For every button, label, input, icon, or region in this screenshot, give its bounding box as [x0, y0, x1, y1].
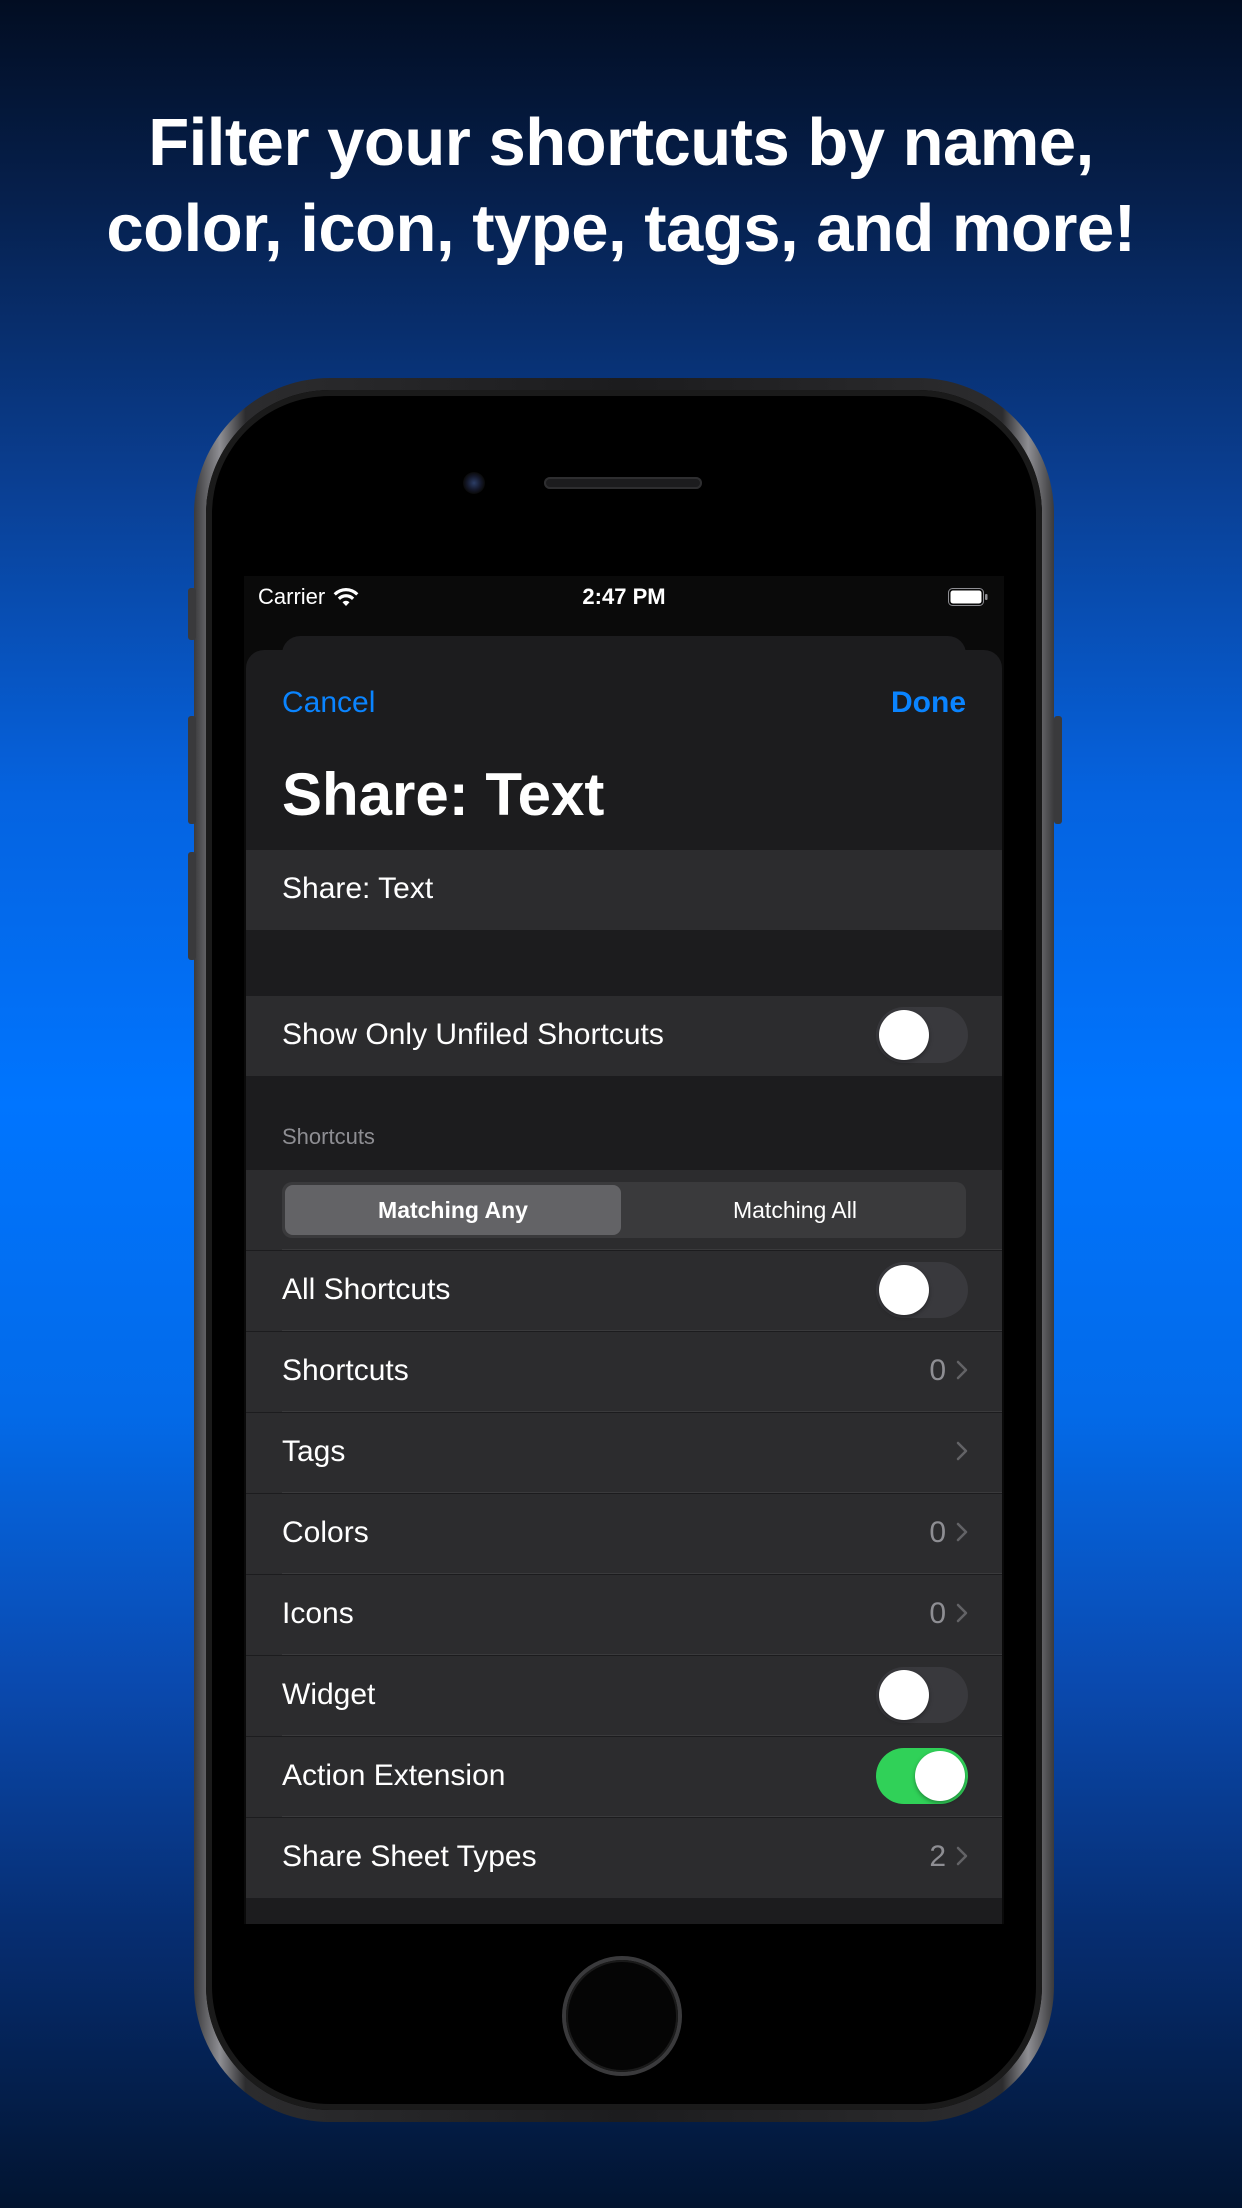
- row-label: Share Sheet Types: [282, 1840, 537, 1873]
- section-header-shortcuts: Shortcuts: [282, 1124, 375, 1149]
- row-label: Widget: [282, 1678, 376, 1711]
- match-mode-segmented-control: Matching Any Matching All: [282, 1182, 966, 1238]
- sheet-title: Share: Text: [282, 761, 605, 828]
- separator: [282, 1573, 1002, 1574]
- segment-matching-any[interactable]: Matching Any: [285, 1185, 621, 1235]
- name-field-value: Share: Text: [282, 872, 434, 905]
- volume-up-button: [188, 716, 196, 824]
- row-count: 0: [929, 1597, 946, 1630]
- unfiled-toggle[interactable]: [876, 1007, 968, 1063]
- unfiled-row: Show Only Unfiled Shortcuts: [246, 996, 1002, 1076]
- headline-line-2: color, icon, type, tags, and more!: [106, 191, 1136, 266]
- front-camera: [463, 472, 485, 494]
- action-extension-toggle[interactable]: [876, 1748, 968, 1804]
- toggle-knob: [879, 1670, 929, 1720]
- row-label: All Shortcuts: [282, 1273, 451, 1306]
- row-all-shortcuts: All Shortcuts: [246, 1251, 1002, 1331]
- battery-icon: [948, 588, 988, 606]
- row-share-sheet-types[interactable]: Share Sheet Types 2: [246, 1818, 1002, 1898]
- phone-screen: Carrier 2:47 PM Cancel Done Share: Text …: [244, 576, 1004, 1924]
- segment-row: Matching Any Matching All: [246, 1170, 1002, 1250]
- filter-sheet: Cancel Done Share: Text Share: Text Show…: [246, 650, 1002, 1924]
- chevron-right-icon: [956, 1441, 968, 1461]
- row-action-extension: Action Extension: [246, 1737, 1002, 1817]
- done-button[interactable]: Done: [891, 686, 966, 720]
- toggle-knob: [915, 1751, 965, 1801]
- row-label: Shortcuts: [282, 1354, 409, 1387]
- chevron-right-icon: [956, 1360, 968, 1380]
- name-field[interactable]: Share: Text: [246, 850, 1002, 930]
- volume-down-button: [188, 852, 196, 960]
- chevron-right-icon: [956, 1846, 968, 1866]
- row-shortcuts[interactable]: Shortcuts 0: [246, 1332, 1002, 1412]
- separator: [282, 1249, 1002, 1250]
- status-time: 2:47 PM: [582, 584, 666, 609]
- power-button: [1054, 716, 1062, 824]
- headline: Filter your shortcuts by name, color, ic…: [0, 100, 1242, 272]
- row-label: Colors: [282, 1516, 369, 1549]
- headline-line-1: Filter your shortcuts by name,: [148, 105, 1094, 180]
- toggle-knob: [879, 1265, 929, 1315]
- separator: [282, 1411, 1002, 1412]
- mute-switch: [188, 588, 196, 640]
- row-widget: Widget: [246, 1656, 1002, 1736]
- row-count: 0: [929, 1354, 946, 1387]
- all-shortcuts-toggle[interactable]: [876, 1262, 968, 1318]
- row-label: Tags: [282, 1435, 346, 1468]
- chevron-right-icon: [956, 1603, 968, 1623]
- toggle-knob: [879, 1010, 929, 1060]
- separator: [282, 1654, 1002, 1655]
- segment-matching-all[interactable]: Matching All: [627, 1185, 963, 1235]
- widget-toggle[interactable]: [876, 1667, 968, 1723]
- cancel-button[interactable]: Cancel: [282, 686, 375, 720]
- separator: [282, 1492, 1002, 1493]
- chevron-right-icon: [956, 1522, 968, 1542]
- separator: [282, 1735, 1002, 1736]
- row-label: Icons: [282, 1597, 354, 1630]
- unfiled-label: Show Only Unfiled Shortcuts: [282, 1018, 664, 1051]
- separator: [282, 1816, 1002, 1817]
- earpiece-speaker: [544, 477, 702, 489]
- separator: [282, 1330, 1002, 1331]
- row-label: Action Extension: [282, 1759, 506, 1792]
- home-button[interactable]: [566, 1960, 678, 2072]
- status-bar: Carrier 2:47 PM: [244, 576, 1004, 620]
- row-tags[interactable]: Tags: [246, 1413, 1002, 1493]
- row-count: 0: [929, 1516, 946, 1549]
- row-count: 2: [929, 1840, 946, 1873]
- row-colors[interactable]: Colors 0: [246, 1494, 1002, 1574]
- row-icons[interactable]: Icons 0: [246, 1575, 1002, 1655]
